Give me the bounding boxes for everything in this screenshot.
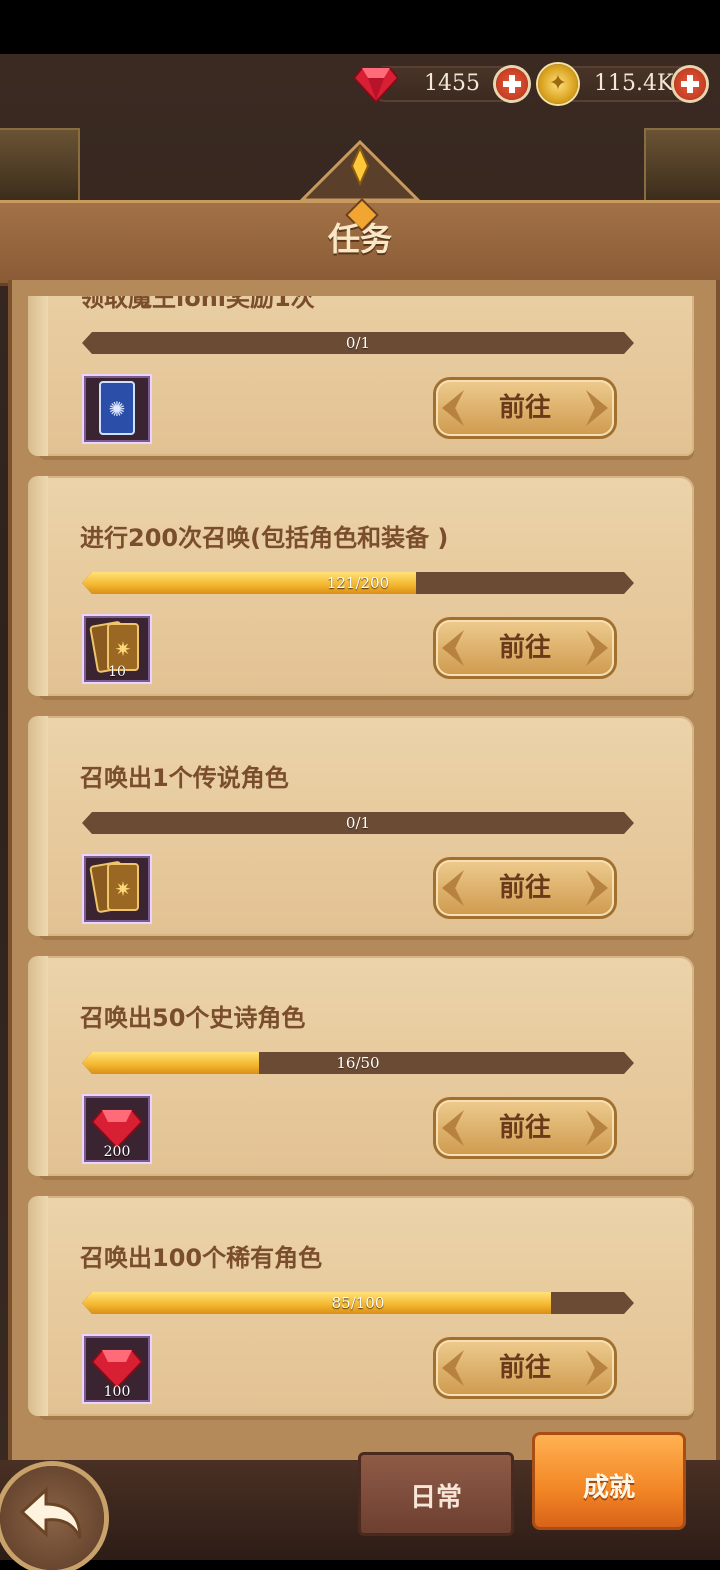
task-card: 进行200次召唤(包括角色和装备 ) 121/200 ✷ 10 前往 (28, 476, 694, 696)
task-title: 召唤出100个稀有角色 (80, 1244, 323, 1272)
task-title: 进行200次召唤(包括角色和装备 ) (80, 524, 449, 552)
reward-slot[interactable]: ✷ (82, 854, 152, 924)
task-list[interactable]: 领取魔王ioni奖励1次 0/1 ✺ 前往 进行200次召唤(包括角色和装备 )… (14, 296, 706, 1446)
go-button-label: 前往 (498, 1353, 551, 1383)
gold-coin-icon (538, 64, 578, 104)
progress-text: 0/1 (345, 334, 371, 352)
progress-text: 0/1 (345, 814, 371, 832)
left-pillar-ornament (0, 128, 80, 204)
progress-bar: 0/1 (82, 812, 634, 834)
task-card: 召唤出50个史诗角色 16/50 200 前往 (28, 956, 694, 1176)
progress-text: 16/50 (336, 1054, 380, 1072)
gem-icon (354, 67, 398, 104)
go-button-label: 前往 (498, 1113, 551, 1143)
add-gold-button[interactable] (674, 68, 706, 100)
gem-count: 1455 (424, 71, 480, 96)
gold-counter: 115.4K (556, 66, 708, 102)
page-title: 任务 (327, 220, 392, 258)
tab-achievement-label: 成就 (582, 1473, 635, 1503)
reward-count: 100 (103, 1384, 131, 1400)
status-bar (0, 0, 720, 54)
task-card: 领取魔王ioni奖励1次 0/1 ✺ 前往 (28, 296, 694, 456)
go-button[interactable]: 前往 (436, 620, 614, 676)
go-button[interactable]: 前往 (436, 1340, 614, 1396)
gold-cards-icon: ✷ (89, 861, 139, 913)
go-button[interactable]: 前往 (436, 860, 614, 916)
progress-text: 121/200 (326, 574, 390, 592)
reward-count: 10 (108, 664, 126, 680)
progress-bar: 121/200 (82, 572, 634, 594)
go-button[interactable]: 前往 (436, 1100, 614, 1156)
go-button-label: 前往 (498, 633, 551, 663)
go-button-label: 前往 (498, 393, 551, 423)
task-card: 召唤出100个稀有角色 85/100 100 前往 (28, 1196, 694, 1416)
go-button-label: 前往 (498, 873, 551, 903)
progress-bar: 85/100 (82, 1292, 634, 1314)
reward-slot[interactable]: ✺ (82, 374, 152, 444)
tab-daily-label: 日常 (409, 1483, 462, 1513)
tab-daily[interactable]: 日常 (358, 1452, 514, 1536)
task-title: 召唤出1个传说角色 (80, 764, 289, 792)
gold-count: 115.4K (594, 71, 674, 96)
blue-card-icon: ✺ (99, 381, 135, 435)
back-button[interactable] (0, 1466, 104, 1570)
add-gems-button[interactable] (496, 68, 528, 100)
back-arrow-icon (19, 1486, 82, 1539)
reward-slot[interactable]: ✷ 10 (82, 614, 152, 684)
svg-text:✺: ✺ (109, 397, 126, 421)
task-card: 召唤出1个传说角色 0/1 ✷ 前往 (28, 716, 694, 936)
svg-text:✷: ✷ (115, 637, 132, 661)
progress-text: 85/100 (331, 1294, 385, 1312)
go-button[interactable]: 前往 (436, 380, 614, 436)
progress-bar: 16/50 (82, 1052, 634, 1074)
tab-achievement[interactable]: 成就 (532, 1432, 686, 1530)
reward-count: 200 (103, 1144, 131, 1160)
task-title: 领取魔王ioni奖励1次 (80, 296, 315, 312)
progress-bar: 0/1 (82, 332, 634, 354)
svg-text:✷: ✷ (115, 877, 132, 901)
right-pillar-ornament (644, 128, 720, 204)
reward-slot[interactable]: 100 (82, 1334, 152, 1404)
reward-slot[interactable]: 200 (82, 1094, 152, 1164)
task-title: 召唤出50个史诗角色 (80, 1004, 306, 1032)
